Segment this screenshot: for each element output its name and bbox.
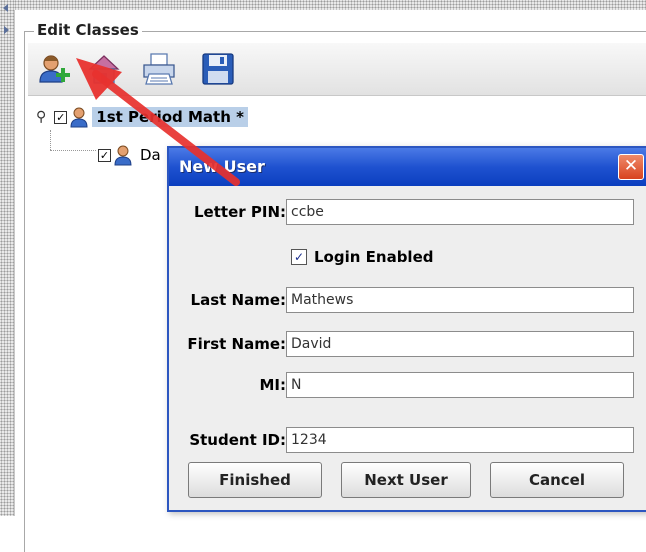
new-user-dialog: New User ✕ Letter PIN: ✓ Login Enabled L… [167, 146, 646, 512]
panel-title: Edit Classes [34, 21, 142, 39]
mi-field[interactable] [286, 372, 634, 398]
student-node-label[interactable]: Da [136, 145, 165, 165]
tree-connector [50, 150, 96, 151]
next-user-button[interactable]: Next User [341, 462, 471, 498]
letter-pin-label: Letter PIN: [194, 203, 286, 221]
letter-pin-field[interactable] [286, 199, 634, 225]
dialog-titlebar[interactable]: New User ✕ [169, 148, 646, 186]
close-button[interactable]: ✕ [618, 154, 644, 180]
left-splitter[interactable] [0, 0, 15, 516]
first-name-row: First Name: [169, 331, 646, 359]
add-user-button[interactable] [34, 49, 74, 89]
add-user-icon [39, 55, 70, 83]
last-name-field[interactable] [286, 287, 634, 313]
class-checkbox[interactable]: ✓ [54, 110, 68, 124]
house-icon [88, 55, 120, 84]
mi-label: MI: [259, 376, 286, 394]
first-name-field[interactable] [286, 331, 634, 357]
class-node-label[interactable]: 1st Period Math * [92, 107, 248, 127]
save-button[interactable] [198, 49, 238, 89]
cancel-button[interactable]: Cancel [490, 462, 624, 498]
finished-button[interactable]: Finished [188, 462, 322, 498]
class-user-icon [70, 107, 88, 128]
student-checkbox[interactable]: ✓ [98, 148, 111, 162]
student-id-row: Student ID: [169, 427, 646, 455]
tree-node-class[interactable]: ⚲ ✓ 1st Period Math * [36, 104, 248, 130]
toolbar [28, 43, 646, 96]
close-icon: ✕ [623, 156, 639, 176]
student-user-icon [114, 145, 132, 166]
last-name-label: Last Name: [190, 291, 286, 309]
expand-right-arrow-icon[interactable] [4, 26, 9, 34]
key-icon: ⚲ [36, 109, 47, 125]
collapse-left-arrow-icon[interactable] [3, 4, 8, 12]
home-button[interactable] [84, 49, 124, 89]
tree-connector [50, 130, 51, 150]
letter-pin-row: Letter PIN: [169, 199, 646, 227]
dialog-title: New User [179, 157, 265, 176]
print-button[interactable] [139, 49, 179, 89]
first-name-label: First Name: [187, 335, 286, 353]
login-enabled-checkbox[interactable]: ✓ [291, 249, 307, 265]
top-splitter[interactable] [14, 0, 646, 10]
student-id-label: Student ID: [189, 431, 286, 449]
mi-row: MI: [169, 372, 646, 400]
printer-icon [143, 53, 175, 85]
login-enabled-row[interactable]: ✓ Login Enabled [291, 248, 433, 266]
floppy-disk-icon [202, 53, 234, 85]
student-id-field[interactable] [286, 427, 634, 453]
login-enabled-label[interactable]: Login Enabled [314, 248, 433, 266]
tree-node-student[interactable]: ✓ Da [98, 142, 165, 168]
last-name-row: Last Name: [169, 287, 646, 315]
